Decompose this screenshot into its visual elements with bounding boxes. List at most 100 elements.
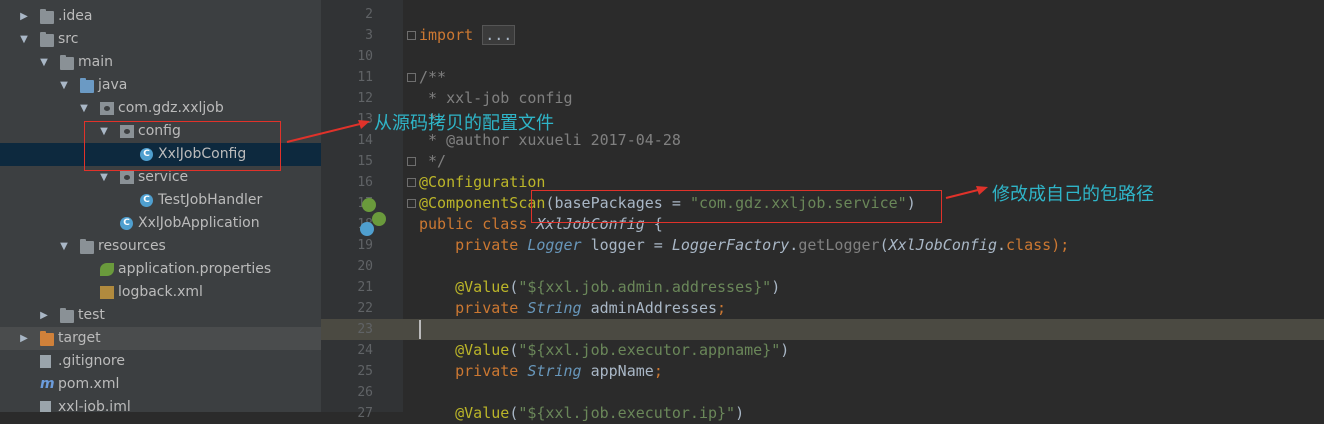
maven-icon: m [40, 376, 55, 392]
tree-item-resources[interactable]: ▼ resources [0, 235, 321, 258]
tree-item-logback-xml[interactable]: logback.xml [0, 281, 321, 304]
code-text: logger = [581, 236, 672, 254]
folded-imports[interactable]: ... [482, 25, 516, 45]
tree-item-com-gdz-xxljob[interactable]: ▼ com.gdz.xxljob [0, 97, 321, 120]
project-tree-panel[interactable]: ▶ .idea ▼ src ▼ main ▼ java ▼ com.gdz.xx… [0, 0, 321, 412]
line-number: 19 [357, 238, 373, 253]
line-number: 26 [357, 385, 373, 400]
type-name: String [527, 299, 582, 317]
tree-item-pom-xml[interactable]: m pom.xml [0, 373, 321, 396]
tree-item-label: application.properties [118, 261, 272, 277]
fold-marker-icon[interactable] [407, 199, 416, 208]
tree-item-application-properties[interactable]: application.properties [0, 258, 321, 281]
tree-item-label: XxlJobApplication [138, 215, 260, 231]
package-path-note: 修改成自己的包路径 [992, 184, 1154, 205]
type-name: String [527, 362, 582, 380]
code-line-27[interactable]: @Value("${xxl.job.executor.ip}") [419, 403, 744, 424]
code-text: ) [780, 341, 790, 359]
line-number: 2 [365, 7, 373, 22]
tree-item-idea[interactable]: ▶ .idea [0, 5, 321, 28]
code-line-16[interactable]: @Configuration [419, 172, 545, 193]
tree-item-xxl-job-iml[interactable]: xxl-job.iml [0, 396, 321, 412]
expanded-arrow-icon[interactable]: ▼ [58, 74, 70, 97]
code-line-21[interactable]: @Value("${xxl.job.admin.addresses}") [419, 277, 780, 298]
tree-item-xxljobapplication[interactable]: C XxlJobApplication [0, 212, 321, 235]
module-file-icon [40, 401, 51, 412]
fold-marker-icon[interactable] [407, 157, 416, 166]
fold-marker-icon[interactable] [407, 73, 416, 82]
collapsed-arrow-icon[interactable]: ▶ [18, 327, 30, 350]
source-folder-icon [80, 78, 94, 93]
tree-item-gitignore[interactable]: .gitignore [0, 350, 321, 373]
tree-item-java[interactable]: ▼ java [0, 74, 321, 97]
annotation: @Value [419, 278, 510, 296]
keyword: import [419, 26, 474, 44]
code-line-24[interactable]: @Value("${xxl.job.executor.appname}") [419, 340, 789, 361]
expanded-arrow-icon[interactable]: ▼ [38, 51, 50, 74]
spring-properties-icon [100, 263, 114, 276]
code-line-12[interactable]: * xxl-job config [419, 88, 573, 109]
line-number: 11 [357, 70, 373, 85]
line-number: 16 [357, 175, 373, 190]
string-literal: "${xxl.job.admin.addresses}" [518, 278, 772, 296]
code-line-22[interactable]: private String adminAddresses; [419, 298, 726, 319]
componentscan-highlight-box [531, 190, 942, 223]
code-line-3[interactable]: import ... [419, 25, 516, 46]
keyword: private [419, 299, 528, 317]
line-number: 25 [357, 364, 373, 379]
tree-item-label: src [58, 31, 79, 47]
expanded-arrow-icon[interactable]: ▼ [18, 28, 30, 51]
text-caret [419, 320, 421, 339]
line-number: 20 [357, 259, 373, 274]
line-number: 27 [357, 406, 373, 421]
tree-item-label: com.gdz.xxljob [118, 100, 224, 116]
tree-item-label: target [58, 330, 101, 346]
tree-item-main[interactable]: ▼ main [0, 51, 321, 74]
code-line-25[interactable]: private String appName; [419, 361, 663, 382]
code-text: ) [771, 278, 781, 296]
tree-item-testjobhandler[interactable]: C TestJobHandler [0, 189, 321, 212]
keyword: public class [419, 215, 537, 233]
tree-item-label: .gitignore [58, 353, 125, 369]
keyword: class [1006, 236, 1052, 254]
excluded-folder-icon [40, 331, 54, 346]
code-text: appName [581, 362, 654, 380]
fold-marker-icon[interactable] [407, 31, 416, 40]
fold-marker-icon[interactable] [407, 178, 416, 187]
string-literal: "${xxl.job.executor.ip}" [518, 404, 736, 422]
spring-class-icon: C [120, 217, 133, 230]
folder-icon [40, 9, 54, 24]
line-number: 15 [357, 154, 373, 169]
code-line-15[interactable]: */ [419, 151, 446, 172]
tree-item-label: pom.xml [58, 376, 120, 392]
package-icon [100, 102, 114, 115]
tree-item-label: logback.xml [118, 284, 203, 300]
class-gutter-icon[interactable] [360, 222, 374, 236]
code-text: ( [879, 236, 889, 254]
package-icon [120, 171, 134, 184]
code-line-11[interactable]: /** [419, 67, 446, 88]
tree-item-label: .idea [58, 8, 93, 24]
keyword: private [419, 236, 528, 254]
config-highlight-box [84, 121, 281, 171]
expanded-arrow-icon[interactable]: ▼ [78, 97, 90, 120]
spring-bean-gutter-icon[interactable] [362, 198, 376, 212]
collapsed-arrow-icon[interactable]: ▶ [38, 304, 50, 327]
collapsed-arrow-icon[interactable]: ▶ [18, 5, 30, 28]
code-line-19[interactable]: private Logger logger = LoggerFactory.ge… [419, 235, 1069, 256]
annotation: @Value [419, 341, 510, 359]
line-number: 23 [357, 322, 373, 337]
tree-item-target[interactable]: ▶ target [0, 327, 321, 350]
expanded-arrow-icon[interactable]: ▼ [58, 235, 70, 258]
class-icon: C [140, 194, 153, 207]
spring-bean-gutter-icon[interactable] [372, 212, 386, 226]
tree-item-label: resources [98, 238, 166, 254]
code-text: ; [653, 362, 663, 380]
tree-item-label: xxl-job.iml [58, 399, 131, 412]
tree-item-src[interactable]: ▼ src [0, 28, 321, 51]
annotation: @ComponentScan [419, 194, 546, 212]
tree-item-test[interactable]: ▶ test [0, 304, 321, 327]
method-call: getLogger [798, 236, 880, 254]
class-name: LoggerFactory [671, 236, 790, 254]
line-number: 12 [357, 91, 373, 106]
